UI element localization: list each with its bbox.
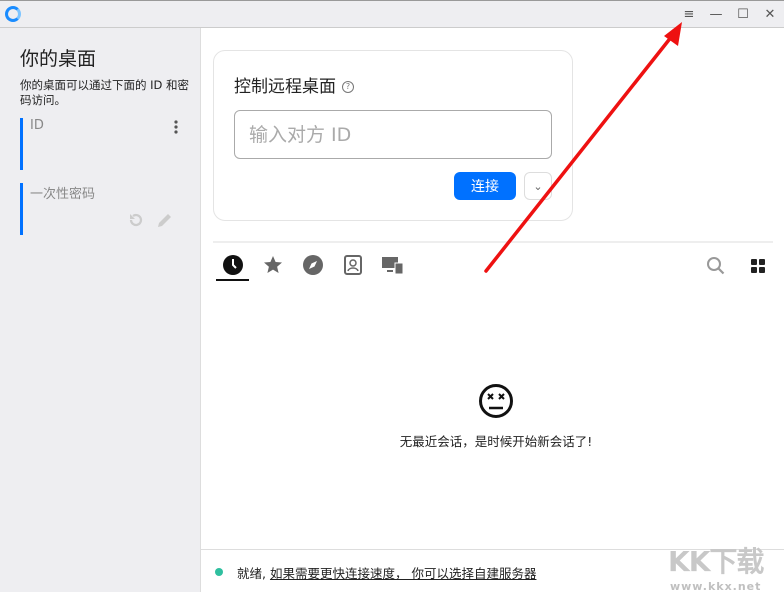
self-host-server-link[interactable]: 如果需要更快连接速度， 你可以选择自建服务器 xyxy=(270,566,536,581)
tab-discovered[interactable] xyxy=(302,254,324,276)
tab-favorites[interactable] xyxy=(262,254,284,276)
title-bar: ≡ — ☐ ✕ xyxy=(0,0,784,28)
app-logo-icon xyxy=(5,6,21,22)
empty-message: 无最近会话，是时候开始新会话了! xyxy=(399,434,593,449)
connect-card: 控制远程桌面? 连接 ⌄ xyxy=(213,50,573,221)
grid-view-icon[interactable] xyxy=(750,258,766,274)
clock-icon xyxy=(223,255,243,275)
help-icon[interactable]: ? xyxy=(342,81,354,93)
more-vert-icon[interactable] xyxy=(173,120,179,134)
watermark-logo: KK下载 xyxy=(668,545,764,578)
sidebar-title: 你的桌面 xyxy=(20,48,97,70)
edit-icon[interactable] xyxy=(155,210,175,230)
remote-id-input[interactable] xyxy=(234,110,552,159)
password-field: 一次性密码 xyxy=(20,183,190,235)
active-tab-indicator xyxy=(216,279,249,281)
tab-accessible-devices[interactable] xyxy=(382,254,404,276)
divider xyxy=(213,241,773,243)
password-label: 一次性密码 xyxy=(30,187,96,202)
id-label: ID xyxy=(30,118,44,133)
watermark: KK下载 www.kkx.net xyxy=(668,540,764,593)
devices-icon xyxy=(382,257,404,275)
search-icon[interactable] xyxy=(706,256,726,276)
dizzy-face-icon xyxy=(479,384,513,418)
watermark-url: www.kkx.net xyxy=(669,580,762,593)
close-button[interactable]: ✕ xyxy=(761,6,779,24)
tab-address-book[interactable] xyxy=(342,254,364,276)
id-field: ID xyxy=(20,118,190,170)
connect-options-button[interactable]: ⌄ xyxy=(524,172,552,200)
sidebar: 你的桌面 你的桌面可以通过下面的 ID 和密码访问。 ID 一次性密码 xyxy=(0,28,201,592)
compass-icon xyxy=(303,255,323,275)
card-title: 控制远程桌面? xyxy=(234,72,354,97)
menu-icon[interactable]: ≡ xyxy=(680,6,698,24)
status-text: 就绪, xyxy=(237,566,266,581)
refresh-icon[interactable] xyxy=(127,211,145,229)
status-dot-icon xyxy=(215,568,223,576)
card-title-text: 控制远程桌面 xyxy=(234,77,336,97)
empty-state: 无最近会话，是时候开始新会话了! xyxy=(201,383,784,450)
minimize-button[interactable]: — xyxy=(707,6,725,24)
sidebar-description: 你的桌面可以通过下面的 ID 和密码访问。 xyxy=(20,78,190,107)
address-book-icon xyxy=(344,255,362,275)
star-icon xyxy=(264,256,282,273)
connect-button[interactable]: 连接 xyxy=(454,172,516,200)
maximize-button[interactable]: ☐ xyxy=(734,6,752,24)
tab-recent-sessions[interactable] xyxy=(222,254,244,276)
main-panel: 控制远程桌面? 连接 ⌄ 无最近会话，是时候开始新会话了! 就绪, 如果需要更快… xyxy=(201,28,784,592)
